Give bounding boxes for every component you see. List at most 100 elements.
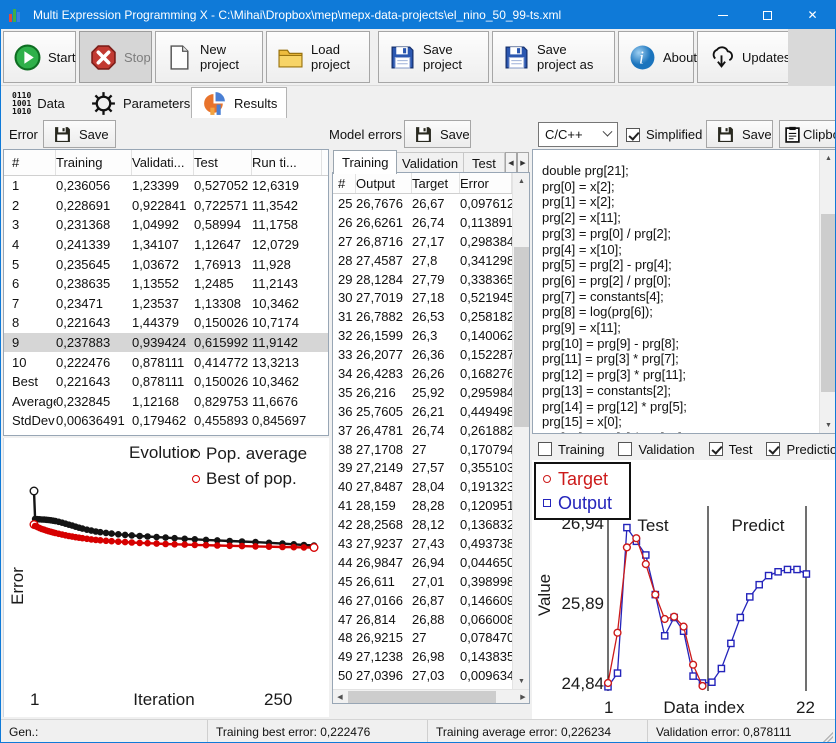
table-row[interactable]: 80,2216431,443790,15002610,7174 [4,313,328,333]
table-row[interactable]: 3226,159926,30,140062 [333,326,513,345]
save-project-as-button[interactable]: Save project as [492,31,615,83]
table-row[interactable]: 4426,984726,940,044650 [333,553,513,572]
table-cell: 0,044650 [460,555,512,570]
scroll-left-icon[interactable]: ◀ [333,690,347,704]
column-header[interactable]: Training [56,150,132,175]
simplified-checkbox[interactable]: Simplified [626,127,702,142]
column-header[interactable]: Output [356,173,412,193]
table-row[interactable]: 2626,626126,740,113891 [333,213,513,232]
table-row[interactable]: 5027,039627,030,009634 [333,666,513,685]
table-row[interactable]: 70,234711,235371,1330810,3462 [4,294,328,314]
scroll-up-icon[interactable]: ▲ [820,150,836,166]
scrollbar-thumb[interactable] [348,691,496,703]
validation-checkbox[interactable]: Validation [618,442,694,457]
table-row[interactable]: 4726,81426,880,066008 [333,610,513,629]
table-row[interactable]: Best0,2216430,8781110,15002610,3462 [4,372,328,392]
table-cell: 0,00636491 [56,413,132,428]
model-errors-save-button[interactable]: Save [404,120,471,148]
column-header[interactable]: # [333,173,356,193]
table-row[interactable]: 2526,767626,670,097612 [333,194,513,213]
table-row[interactable]: 2827,458727,80,341298 [333,251,513,270]
table-row[interactable]: 100,2224760,8781110,41477213,3213 [4,352,328,372]
stop-button[interactable]: Stop [79,31,152,83]
table-cell: 0,066008 [460,612,512,627]
table-row[interactable]: 40,2413391,341071,1264712,0729 [4,235,328,255]
table-row[interactable]: 4927,123826,980,143835 [333,647,513,666]
table-cell: 45 [333,574,356,589]
checkbox-icon [766,442,780,456]
tab-data[interactable]: 011010011010 Data [3,89,74,118]
table-row[interactable]: 3426,428326,260,168276 [333,364,513,383]
errors-vertical-scrollbar[interactable]: ▲ ▼ [512,173,529,689]
scroll-down-icon[interactable]: ▼ [820,417,836,433]
column-header[interactable]: Validati... [132,150,194,175]
table-row[interactable]: 20,2286910,9228410,72257111,3542 [4,196,328,216]
predictions-checkbox[interactable]: Predictions [766,442,836,457]
save-project-button[interactable]: Save project [378,31,489,83]
scroll-up-icon[interactable]: ▲ [513,173,530,189]
table-row[interactable]: 3726,478126,740,261882 [333,421,513,440]
about-button[interactable]: i About [618,31,694,83]
title-bar[interactable]: Multi Expression Programming X - C:\Miha… [1,1,835,29]
tab-results[interactable]: Results [191,87,287,118]
table-row[interactable]: 4826,9215270,078470 [333,628,513,647]
table-row[interactable]: 4627,016626,870,146609 [333,591,513,610]
table-cell: 1,04992 [132,217,194,232]
table-cell: 11,928 [252,257,322,272]
table-row[interactable]: 60,2386351,135521,248511,2143 [4,274,328,294]
table-row[interactable]: 3326,207726,360,152287 [333,345,513,364]
errors-tab-test[interactable]: Test [463,152,505,174]
column-header[interactable]: # [4,150,56,175]
table-row[interactable]: 4128,15928,280,120951 [333,496,513,515]
errors-horizontal-scrollbar[interactable]: ◀ ▶ [333,689,530,703]
scrollbar-thumb[interactable] [821,214,836,392]
column-header[interactable]: Run ti... [252,150,322,175]
table-row[interactable]: 90,2378830,9394240,61599211,9142 [4,333,328,353]
scroll-down-icon[interactable]: ▼ [513,673,530,689]
tab-scroll-right-button[interactable]: ▶ [517,152,529,173]
table-row[interactable]: 3827,1708270,170794 [333,440,513,459]
table-row[interactable]: 4526,61127,010,398998 [333,572,513,591]
scroll-right-icon[interactable]: ▶ [516,690,530,704]
new-project-button[interactable]: New project [155,31,263,83]
maximize-button[interactable] [745,1,790,29]
table-row[interactable]: 3625,760526,210,449498 [333,402,513,421]
updates-button[interactable]: Updates [697,31,789,83]
start-button[interactable]: Start [3,31,76,83]
table-row[interactable]: 3927,214927,570,355103 [333,458,513,477]
column-header[interactable]: Error [460,173,512,193]
errors-tab-training[interactable]: Training [333,150,397,174]
table-row[interactable]: 50,2356451,036721,7691311,928 [4,254,328,274]
test-checkbox[interactable]: Test [709,442,753,457]
tab-parameters[interactable]: Parameters [81,89,199,118]
resize-grip[interactable] [823,732,833,742]
scrollbar-thumb[interactable] [514,247,529,427]
code-panel[interactable]: double prg[21];prg[0] = x[2];prg[1] = x[… [532,149,836,434]
errors-tab-validation[interactable]: Validation [393,152,467,174]
tab-scroll-left-button[interactable]: ◀ [505,152,517,173]
close-button[interactable]: ✕ [790,1,835,29]
code-vertical-scrollbar[interactable]: ▲ ▼ [819,150,836,433]
table-cell: Best [4,374,56,389]
table-row[interactable]: StdDev0,006364910,1794620,4558930,845697 [4,411,328,431]
table-row[interactable]: 4327,923727,430,493738 [333,534,513,553]
table-row[interactable]: 10,2360561,233990,52705212,6319 [4,176,328,196]
table-row[interactable]: Average0,2328451,121680,82975311,6676 [4,392,328,412]
table-row[interactable]: 3126,788226,530,258182 [333,307,513,326]
table-row[interactable]: 30,2313681,049920,5899411,1758 [4,215,328,235]
table-row[interactable]: 3526,21625,920,295984 [333,383,513,402]
training-checkbox[interactable]: Training [538,442,604,457]
table-row[interactable]: 4228,256828,120,136832 [333,515,513,534]
table-row[interactable]: 2726,871627,170,298384 [333,232,513,251]
column-header[interactable]: Target [412,173,460,193]
table-row[interactable]: 2928,128427,790,338365 [333,270,513,289]
clipboard-button[interactable]: Clipboard [779,120,836,148]
minimize-button[interactable] [700,1,745,29]
column-header[interactable]: Test [194,150,252,175]
load-project-button[interactable]: Load project [266,31,370,83]
table-row[interactable]: 3027,701927,180,521945 [333,288,513,307]
error-save-button[interactable]: Save [43,120,116,148]
code-save-button[interactable]: Save [706,120,773,148]
language-select[interactable]: C/C++ [538,122,618,147]
table-row[interactable]: 4027,848728,040,191323 [333,477,513,496]
